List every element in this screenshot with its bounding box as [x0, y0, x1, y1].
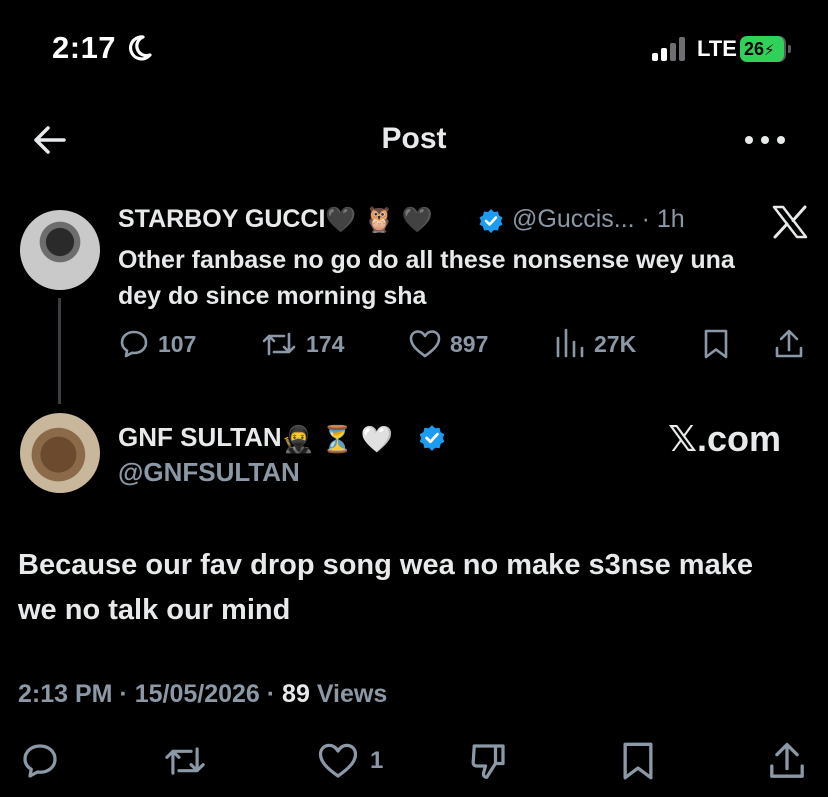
thread-line — [58, 298, 61, 404]
reply-icon — [120, 330, 148, 358]
bookmark-icon[interactable] — [620, 740, 656, 782]
emoji: 🤍 — [360, 423, 394, 454]
views-count: 27K — [594, 330, 637, 357]
reply-icon[interactable] — [20, 740, 60, 782]
author-name[interactable]: GNF SULTAN🥷 ⏳ 🤍 — [118, 422, 393, 455]
moon-icon — [129, 35, 152, 61]
views-button[interactable]: 27K — [554, 328, 636, 360]
signal-icon — [652, 37, 685, 61]
heart-icon — [318, 743, 358, 778]
emoji: 🖤 — [325, 205, 357, 234]
watermark: 𝕏.com — [668, 418, 782, 459]
like-count: 897 — [450, 330, 489, 357]
retweet-count: 174 — [306, 330, 345, 357]
like-button[interactable]: 897 — [408, 328, 488, 360]
avatar[interactable] — [20, 210, 100, 290]
share-icon[interactable] — [768, 740, 806, 782]
network-type: LTE — [697, 36, 737, 61]
page-title: Post — [381, 122, 447, 155]
reply-button[interactable]: 107 — [118, 328, 196, 360]
views-label: Views — [316, 680, 388, 708]
quoted-tweet-text: Other fanbase no go do all these nonsens… — [118, 246, 735, 310]
share-icon[interactable] — [774, 328, 804, 360]
verified-badge-icon — [419, 425, 445, 451]
avatar[interactable] — [20, 413, 100, 493]
battery-level: 26 — [744, 39, 765, 59]
retweet-button[interactable]: 174 — [260, 328, 344, 360]
downvote-icon[interactable] — [468, 740, 508, 782]
emoji: ⏳ — [321, 423, 354, 454]
like-count: 1 — [370, 747, 384, 774]
reply-count: 107 — [158, 330, 197, 357]
views-chart-icon — [556, 328, 584, 358]
emoji: 🦉 — [363, 205, 395, 234]
author-name-text: GNF SULTAN — [118, 422, 282, 452]
handle-text: @Guccis... — [512, 205, 635, 233]
more-options-icon[interactable] — [744, 130, 786, 150]
x-logo-icon — [772, 205, 808, 239]
retweet-icon — [262, 332, 296, 356]
retweet-icon[interactable] — [162, 740, 208, 782]
post-time: 2:13 PM — [18, 680, 113, 708]
bookmark-icon[interactable] — [702, 328, 730, 360]
quoted-author-handle[interactable]: @Guccis... · 1h — [512, 205, 685, 234]
post-time: · 1h — [641, 205, 685, 233]
emoji: 🖤 — [401, 205, 433, 234]
battery-icon: 26⚡ — [740, 36, 792, 64]
tweet-text: Because our fav drop song wea no make s3… — [18, 549, 753, 626]
status-time: 2:17 — [52, 30, 117, 65]
like-button[interactable]: 1 — [316, 740, 383, 782]
quoted-author-name[interactable]: STARBOY GUCCI🖤 🦉 🖤 — [118, 205, 433, 235]
author-handle[interactable]: @GNFSULTAN — [118, 457, 300, 488]
views-count: 89 — [282, 680, 310, 708]
tweet-meta: 2:13 PM · 15/05/2026 · 89 Views — [18, 680, 388, 708]
post-date: 15/05/2026 — [134, 680, 260, 708]
author-name-text: STARBOY GUCCI — [118, 205, 326, 233]
emoji: 🥷 — [281, 423, 315, 454]
heart-icon — [409, 330, 441, 358]
verified-badge-icon — [479, 209, 503, 233]
